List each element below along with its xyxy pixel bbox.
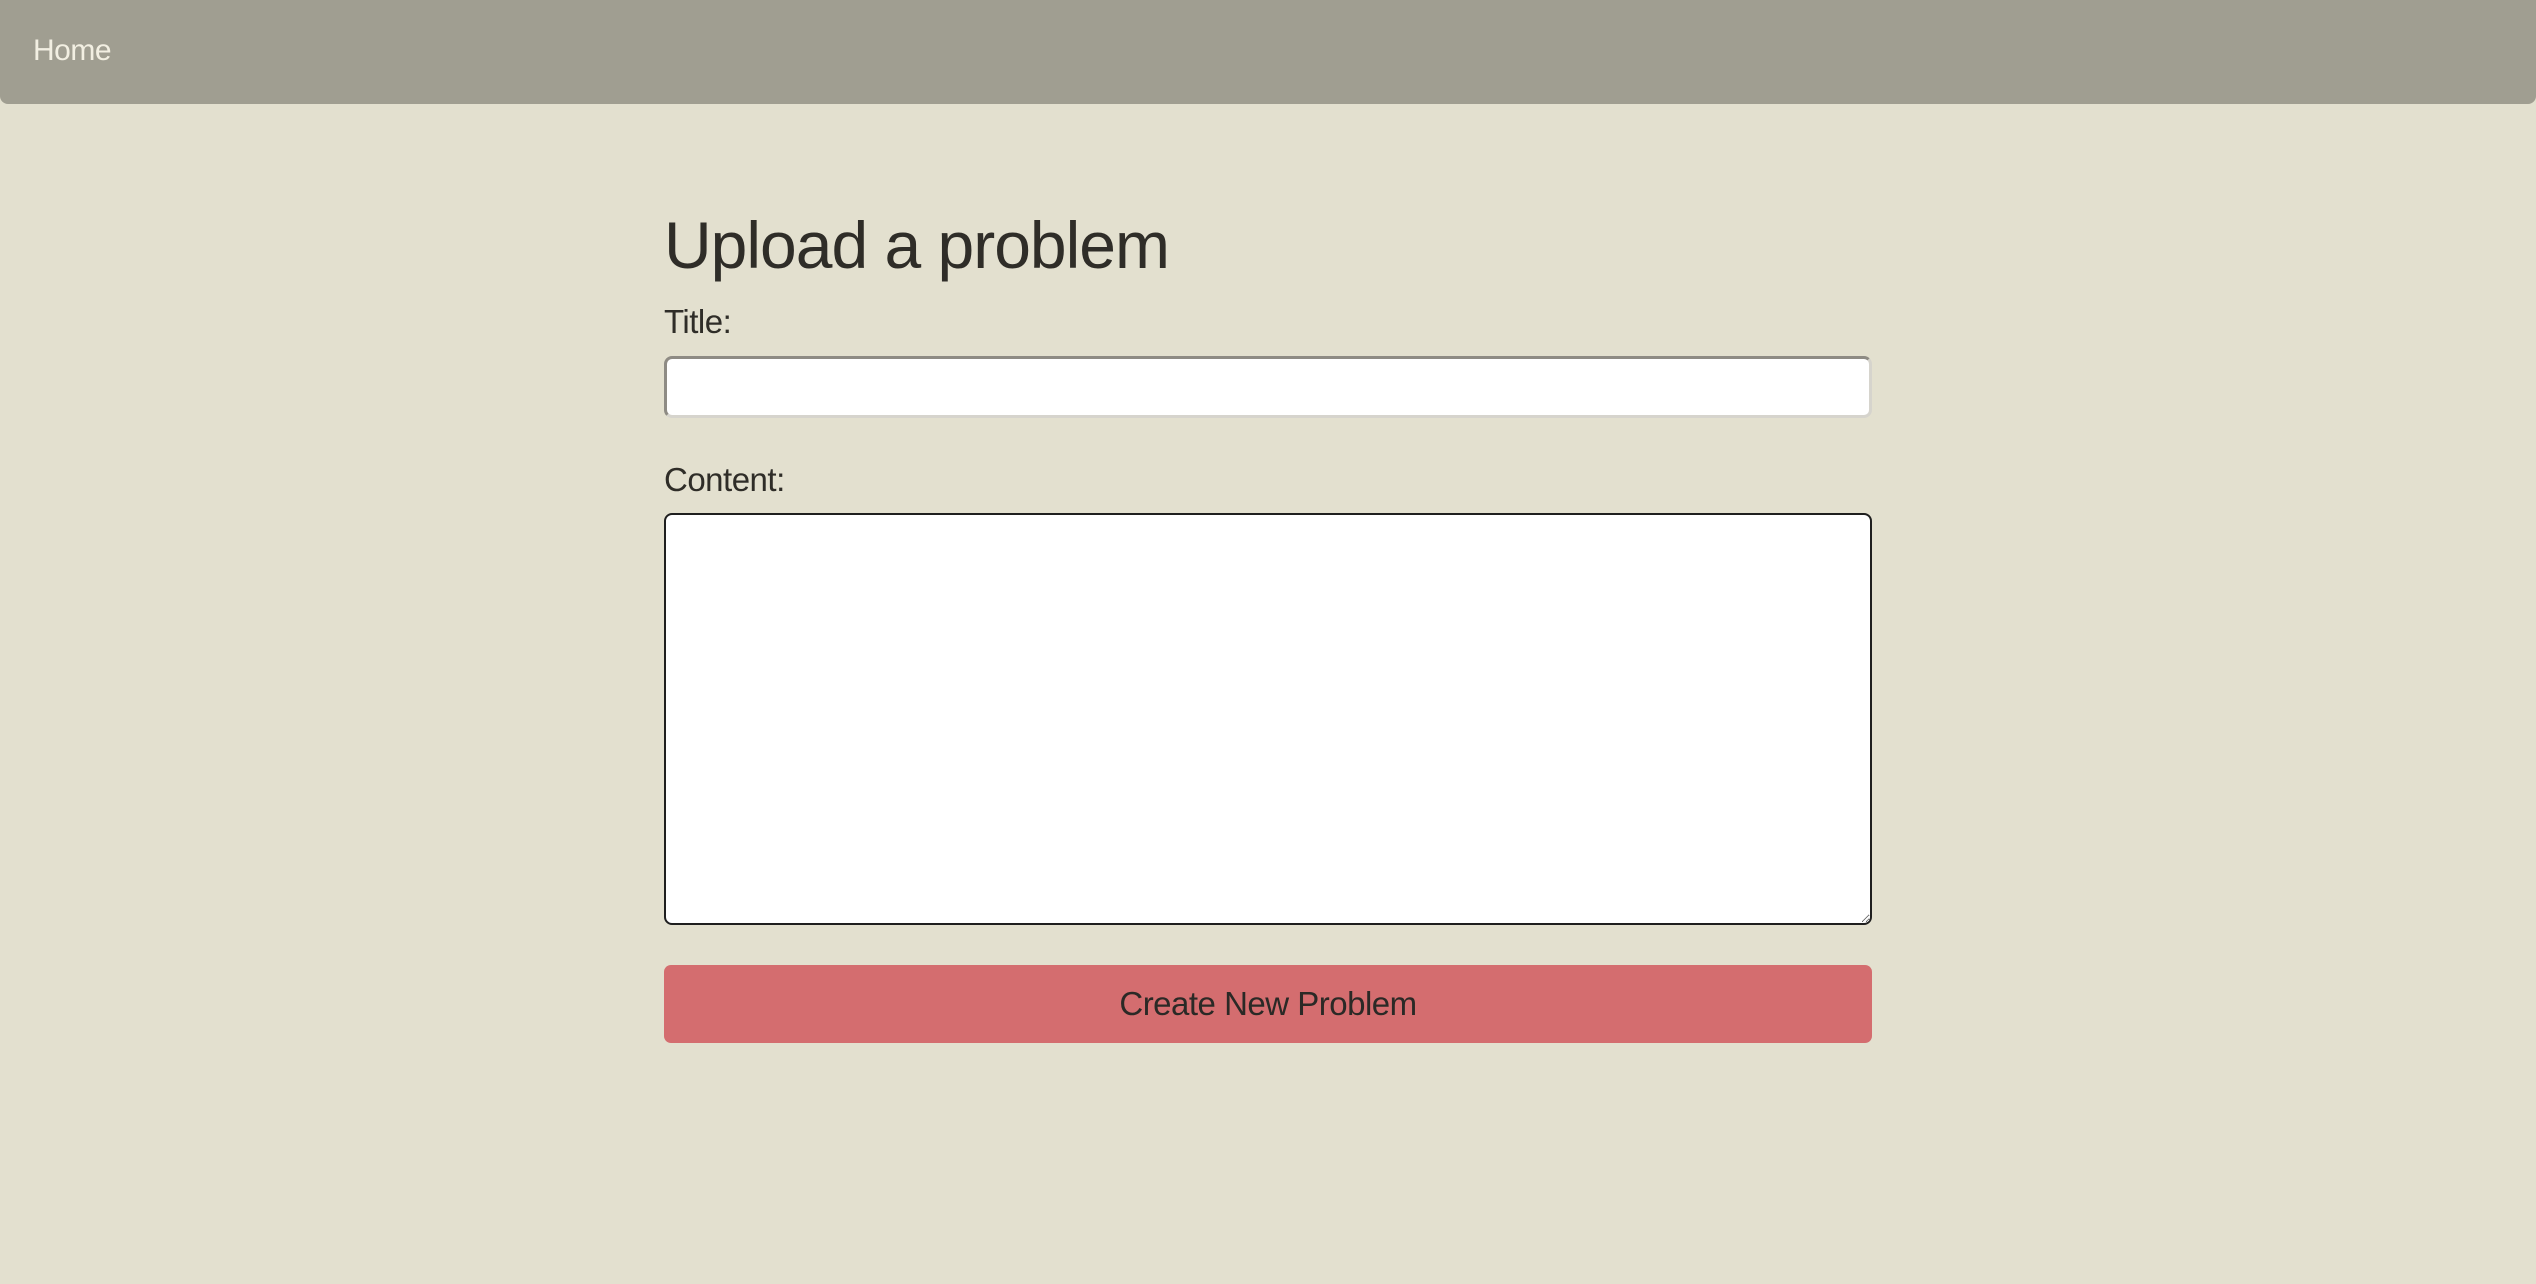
content-label: Content:	[664, 461, 785, 498]
page-title: Upload a problem	[664, 208, 1170, 282]
content-textarea[interactable]	[664, 513, 1872, 925]
upload-problem-form: Upload a problem Title: Content: Create …	[664, 200, 1872, 1043]
top-navbar: Home	[0, 0, 2536, 104]
title-label: Title:	[664, 303, 732, 340]
home-link[interactable]: Home	[33, 32, 112, 70]
create-new-problem-button[interactable]: Create New Problem	[664, 965, 1872, 1043]
title-input[interactable]	[664, 356, 1872, 418]
